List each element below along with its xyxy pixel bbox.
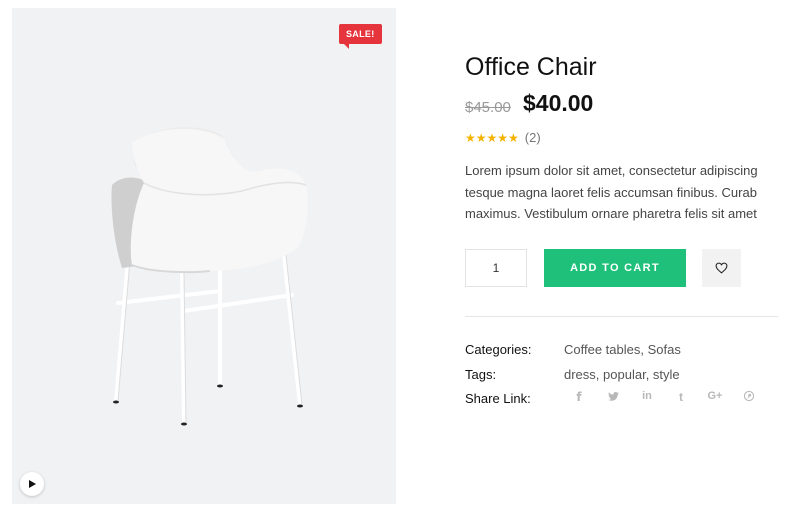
sale-price: $40.00	[523, 90, 594, 116]
sale-badge: SALE!	[339, 24, 382, 49]
review-count[interactable]: (2)	[525, 130, 541, 145]
facebook-icon[interactable]: f	[562, 390, 596, 404]
share-links: f in t G+	[562, 390, 766, 404]
categories-label: Categories:	[465, 342, 532, 357]
twitter-icon[interactable]	[596, 390, 630, 404]
linkedin-icon[interactable]: in	[630, 390, 664, 404]
google-plus-icon[interactable]: G+	[698, 390, 732, 404]
product-gallery: SALE!	[12, 8, 396, 504]
star-rating: ★★★★★	[465, 130, 519, 145]
category-link[interactable]: Sofas	[648, 342, 681, 357]
categories-list: Coffee tables, Sofas	[564, 342, 681, 357]
play-video-button[interactable]	[20, 472, 44, 496]
divider	[465, 316, 778, 317]
product-summary: Office Chair $45.00 $40.00 ★★★★★ (2) Lor…	[465, 0, 800, 513]
tag-link[interactable]: dress	[564, 367, 596, 382]
tag-link[interactable]: popular	[603, 367, 646, 382]
product-title: Office Chair	[465, 53, 597, 81]
add-to-cart-button[interactable]: ADD TO CART	[544, 249, 686, 287]
product-description: Lorem ipsum dolor sit amet, consectetur …	[465, 160, 800, 225]
play-icon	[29, 480, 36, 488]
category-link[interactable]: Coffee tables	[564, 342, 640, 357]
regular-price: $45.00	[465, 99, 511, 116]
tumblr-icon[interactable]: t	[664, 390, 698, 404]
product-rating[interactable]: ★★★★★ (2)	[465, 130, 541, 145]
tags-list: dress, popular, style	[564, 367, 680, 382]
description-line: Lorem ipsum dolor sit amet, consectetur …	[465, 163, 758, 178]
description-line: tesque magna laoret felis accumsan finib…	[465, 184, 757, 200]
product-image[interactable]	[92, 113, 332, 433]
wishlist-button[interactable]	[702, 249, 741, 287]
description-line: maximus. Vestibulum ornare pharetra feli…	[465, 206, 757, 221]
quantity-input[interactable]: 1	[465, 249, 527, 287]
heart-icon	[715, 262, 728, 274]
pinterest-icon[interactable]	[732, 390, 766, 404]
tags-label: Tags:	[465, 367, 497, 382]
tag-link[interactable]: style	[653, 367, 680, 382]
share-label: Share Link:	[465, 391, 531, 406]
